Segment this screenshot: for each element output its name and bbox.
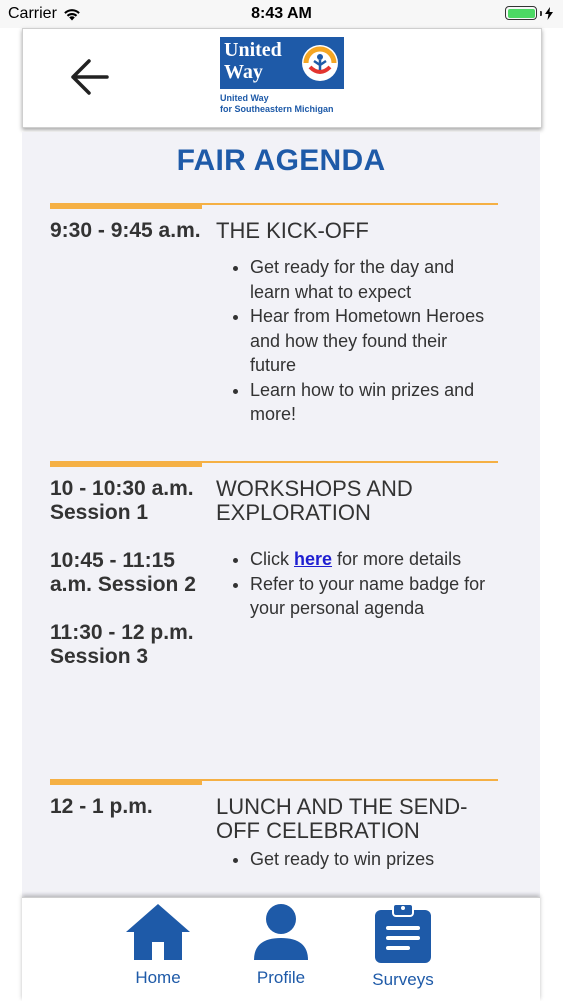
time-slot: 9:30 - 9:45 a.m. (50, 219, 201, 242)
united-way-logo: United Way United Way for Southeastern M… (220, 37, 350, 115)
logo-emblem-icon (302, 45, 338, 81)
agenda-bullets: Get ready for the day and learn what to … (216, 255, 498, 427)
agenda-heading: LUNCH AND THE SEND-OFF CELEBRATION (216, 794, 468, 843)
list-item: Refer to your name badge for your person… (250, 572, 498, 621)
section-divider (50, 779, 498, 785)
agenda-time: 12 - 1 p.m. (50, 795, 216, 872)
back-arrow-icon (71, 59, 109, 95)
agenda-heading: WORKSHOPS AND EXPLORATION (216, 476, 413, 525)
logo-subtitle-2: for Southeastern Michigan (220, 104, 334, 114)
agenda-bullets: Get ready to win prizes (216, 847, 498, 872)
status-bar: Carrier 8:43 AM (0, 0, 563, 28)
details-link[interactable]: here (294, 549, 332, 569)
section-divider (50, 461, 498, 467)
agenda-content: FAIR AGENDA 9:30 - 9:45 a.m. THE KICK-OF… (22, 132, 540, 900)
time-slot: 10 - 10:30 a.m. Session 1 (50, 477, 194, 524)
agenda-bullets: Click here for more details Refer to you… (216, 547, 498, 621)
list-item: Hear from Hometown Heroes and how they f… (250, 304, 498, 378)
bullet-text: Click (250, 549, 294, 569)
list-item: Learn how to win prizes and more! (250, 378, 498, 427)
status-time: 8:43 AM (251, 5, 312, 22)
tab-surveys[interactable]: Surveys (353, 902, 453, 990)
section-divider (50, 203, 498, 209)
bullet-text: for more details (332, 549, 462, 569)
agenda-time: 9:30 - 9:45 a.m. (50, 219, 216, 427)
clipboard-icon (375, 903, 431, 963)
tab-label: Home (135, 968, 181, 987)
agenda-heading: THE KICK-OFF (216, 218, 369, 243)
time-slot: 12 - 1 p.m. (50, 795, 153, 818)
time-slot: 10:45 - 11:15 a.m. Session 2 (50, 549, 196, 596)
time-slot: 11:30 - 12 p.m. Session 3 (50, 621, 194, 668)
logo-line-2: Way (224, 61, 263, 83)
tab-bar: Home Profile Surveys (22, 897, 540, 1001)
list-item: Click here for more details (250, 547, 498, 572)
agenda-time: 10 - 10:30 a.m. Session 1 10:45 - 11:15 … (50, 477, 216, 693)
tab-home[interactable]: Home (108, 902, 208, 988)
tab-label: Profile (256, 968, 306, 987)
back-button[interactable] (65, 55, 113, 99)
battery-icon (505, 6, 553, 20)
home-icon (126, 904, 190, 960)
app-header: United Way United Way for Southeastern M… (22, 28, 542, 128)
tab-profile[interactable]: Profile (231, 902, 331, 988)
agenda-section-kickoff: 9:30 - 9:45 a.m. THE KICK-OFF Get ready … (50, 203, 498, 427)
logo-subtitle-1: United Way (220, 93, 269, 103)
charging-bolt-icon (545, 6, 553, 20)
list-item: Get ready to win prizes (250, 847, 498, 872)
agenda-section-workshops: 10 - 10:30 a.m. Session 1 10:45 - 11:15 … (50, 461, 498, 693)
page-title: FAIR AGENDA (176, 144, 386, 177)
tab-label: Surveys (372, 970, 434, 989)
agenda-section-lunch: 12 - 1 p.m. LUNCH AND THE SEND-OFF CELEB… (50, 779, 498, 872)
logo-line-1: United (224, 39, 282, 61)
list-item: Get ready for the day and learn what to … (250, 255, 498, 304)
profile-icon (254, 904, 308, 960)
